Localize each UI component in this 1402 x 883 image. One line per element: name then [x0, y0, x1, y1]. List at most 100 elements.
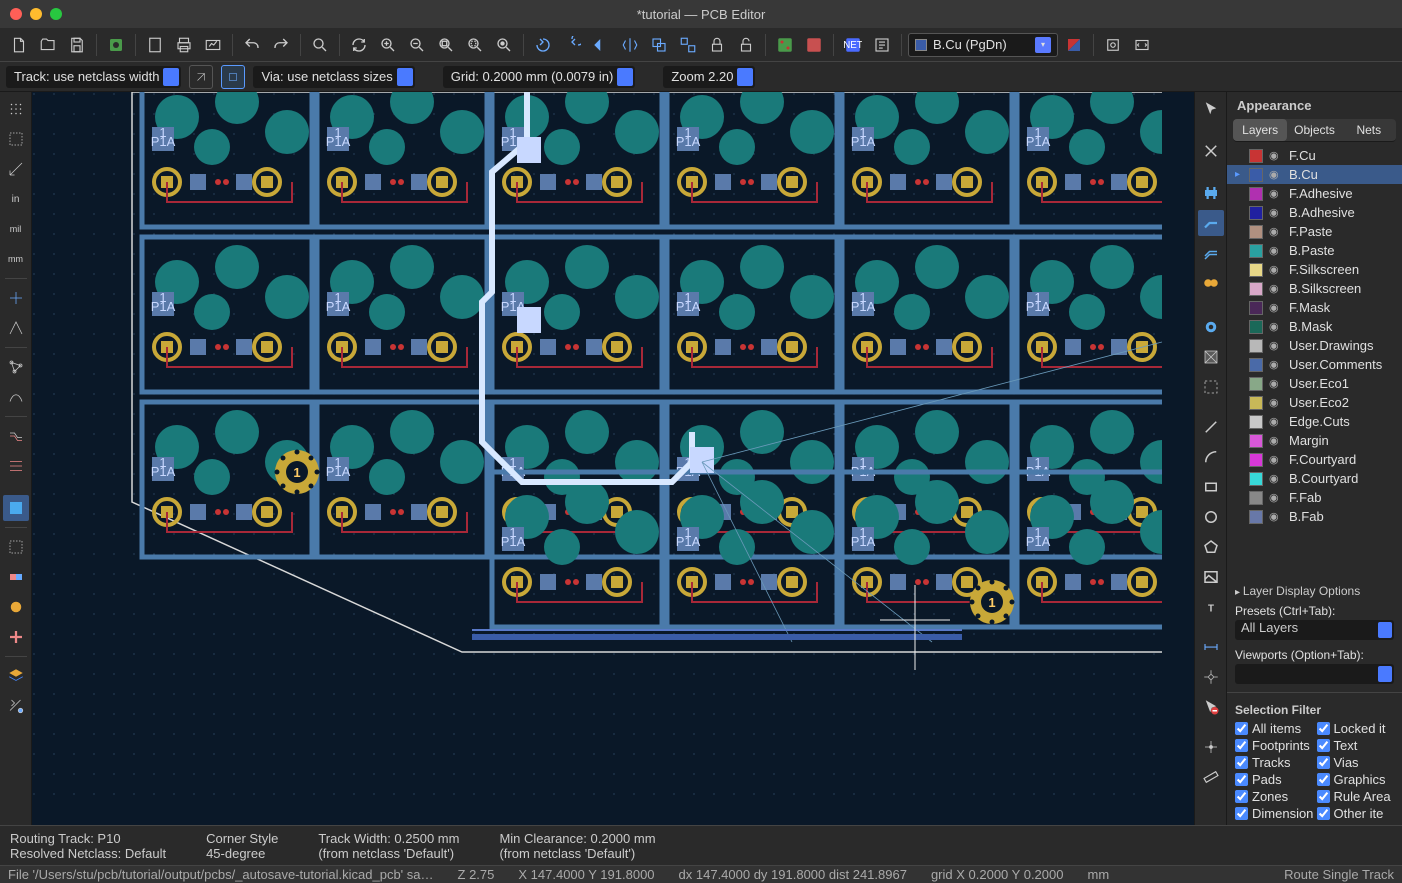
layer-color-swatch[interactable] — [1249, 282, 1263, 296]
grid-select[interactable]: Grid: 0.2000 mm (0.0079 in) — [443, 66, 636, 88]
cursor-toggle[interactable] — [3, 285, 29, 311]
visibility-icon[interactable]: ◉ — [1269, 225, 1283, 238]
layer-row-b-silkscreen[interactable]: ◉ B.Silkscreen — [1227, 279, 1402, 298]
visibility-icon[interactable]: ◉ — [1269, 263, 1283, 276]
layer-color-swatch[interactable] — [1249, 320, 1263, 334]
viewports-select[interactable] — [1235, 664, 1394, 684]
layer-row-b-paste[interactable]: ◉ B.Paste — [1227, 241, 1402, 260]
circle-tool[interactable] — [1198, 504, 1224, 530]
filter-other-ite[interactable]: Other ite — [1317, 806, 1395, 821]
visibility-icon[interactable]: ◉ — [1269, 358, 1283, 371]
scripting-button[interactable] — [1129, 32, 1155, 58]
active-layer-select[interactable]: B.Cu (PgDn) ▾ — [908, 33, 1058, 57]
visibility-icon[interactable]: ◉ — [1269, 396, 1283, 409]
units-mm-toggle[interactable]: mm — [3, 246, 29, 272]
track-width-select[interactable]: Track: use netclass width — [6, 66, 181, 88]
zoom-selection-button[interactable] — [462, 32, 488, 58]
open-file-button[interactable] — [35, 32, 61, 58]
schematic-button[interactable] — [801, 32, 827, 58]
zone-display-toggle[interactable] — [3, 453, 29, 479]
outline-mode-toggle[interactable] — [3, 423, 29, 449]
layer-row-user-eco1[interactable]: ◉ User.Eco1 — [1227, 374, 1402, 393]
delete-tool[interactable] — [1198, 694, 1224, 720]
zoom-select[interactable]: Zoom 2.20 — [663, 66, 755, 88]
local-ratsnest-tool[interactable] — [1198, 138, 1224, 164]
layers-list[interactable]: ◉ F.Cu▸ ◉ B.Cu ◉ F.Adhesive ◉ B.Adhesive… — [1227, 142, 1402, 580]
layer-row-user-eco2[interactable]: ◉ User.Eco2 — [1227, 393, 1402, 412]
board-setup-button[interactable] — [103, 32, 129, 58]
find-button[interactable] — [307, 32, 333, 58]
refresh-button[interactable] — [346, 32, 372, 58]
presets-select[interactable]: All Layers — [1235, 620, 1394, 640]
layer-color-swatch[interactable] — [1249, 396, 1263, 410]
filter-zones[interactable]: Zones — [1235, 789, 1313, 804]
visibility-icon[interactable]: ◉ — [1269, 282, 1283, 295]
print-button[interactable] — [171, 32, 197, 58]
rule-area-tool[interactable] — [1198, 374, 1224, 400]
visibility-icon[interactable]: ◉ — [1269, 168, 1283, 181]
layer-row-f-paste[interactable]: ◉ F.Paste — [1227, 222, 1402, 241]
filter-footprints[interactable]: Footprints — [1235, 738, 1313, 753]
rotate-ccw-button[interactable] — [530, 32, 556, 58]
via-size-select[interactable]: Via: use netclass sizes — [253, 66, 414, 88]
filter-all-items[interactable]: All items — [1235, 721, 1313, 736]
layer-row-margin[interactable]: ◉ Margin — [1227, 431, 1402, 450]
plugin-button[interactable] — [1100, 32, 1126, 58]
line-tool[interactable] — [1198, 414, 1224, 440]
layer-row-user-comments[interactable]: ◉ User.Comments — [1227, 355, 1402, 374]
ungroup-button[interactable] — [675, 32, 701, 58]
layer-display-options[interactable]: Layer Display Options — [1227, 580, 1402, 602]
visibility-icon[interactable]: ◉ — [1269, 510, 1283, 523]
layer-color-swatch[interactable] — [1249, 472, 1263, 486]
redo-button[interactable] — [268, 32, 294, 58]
filter-tracks[interactable]: Tracks — [1235, 755, 1313, 770]
via-fill-toggle[interactable] — [3, 594, 29, 620]
track-fill-toggle[interactable] — [3, 624, 29, 650]
filter-checkbox[interactable] — [1235, 790, 1248, 803]
track-auto-toggle[interactable] — [189, 65, 213, 89]
maximize-window[interactable] — [50, 8, 62, 20]
visibility-icon[interactable]: ◉ — [1269, 339, 1283, 352]
filter-checkbox[interactable] — [1235, 739, 1248, 752]
layer-row-b-adhesive[interactable]: ◉ B.Adhesive — [1227, 203, 1402, 222]
layer-color-swatch[interactable] — [1249, 263, 1263, 277]
visibility-icon[interactable]: ◉ — [1269, 434, 1283, 447]
visibility-icon[interactable]: ◉ — [1269, 187, 1283, 200]
image-tool[interactable] — [1198, 564, 1224, 590]
layer-row-b-cu[interactable]: ▸ ◉ B.Cu — [1227, 165, 1402, 184]
cursor-shape-toggle[interactable] — [3, 315, 29, 341]
group-button[interactable] — [646, 32, 672, 58]
visibility-icon[interactable]: ◉ — [1269, 491, 1283, 504]
zoom-fit-button[interactable] — [433, 32, 459, 58]
layer-row-f-adhesive[interactable]: ◉ F.Adhesive — [1227, 184, 1402, 203]
zoom-object-button[interactable] — [491, 32, 517, 58]
filter-checkbox[interactable] — [1235, 756, 1248, 769]
filter-checkbox[interactable] — [1235, 807, 1248, 820]
visibility-icon[interactable]: ◉ — [1269, 415, 1283, 428]
visibility-icon[interactable]: ◉ — [1269, 472, 1283, 485]
units-in-toggle[interactable]: in — [3, 186, 29, 212]
inspect-button[interactable] — [869, 32, 895, 58]
new-file-button[interactable] — [6, 32, 32, 58]
route-diff-tool[interactable] — [1198, 240, 1224, 266]
filter-checkbox[interactable] — [1317, 790, 1330, 803]
undo-button[interactable] — [239, 32, 265, 58]
visibility-icon[interactable]: ◉ — [1269, 377, 1283, 390]
dimension-tool[interactable] — [1198, 634, 1224, 660]
track-netclass-toggle[interactable] — [221, 65, 245, 89]
layer-row-f-silkscreen[interactable]: ◉ F.Silkscreen — [1227, 260, 1402, 279]
layer-pair-button[interactable] — [1061, 32, 1087, 58]
zoom-out-button[interactable] — [404, 32, 430, 58]
page-settings-button[interactable] — [142, 32, 168, 58]
high-contrast-toggle[interactable] — [3, 495, 29, 521]
pad-fill-toggle[interactable] — [3, 564, 29, 590]
filter-locked-it[interactable]: Locked it — [1317, 721, 1395, 736]
text-tool[interactable]: T — [1198, 594, 1224, 620]
layer-color-swatch[interactable] — [1249, 434, 1263, 448]
layer-color-swatch[interactable] — [1249, 187, 1263, 201]
visibility-icon[interactable]: ◉ — [1269, 301, 1283, 314]
ratsnest-curved-toggle[interactable] — [3, 384, 29, 410]
pcb-canvas[interactable]: 1 P1A 1 — [32, 92, 1194, 825]
close-window[interactable] — [10, 8, 22, 20]
save-file-button[interactable] — [64, 32, 90, 58]
